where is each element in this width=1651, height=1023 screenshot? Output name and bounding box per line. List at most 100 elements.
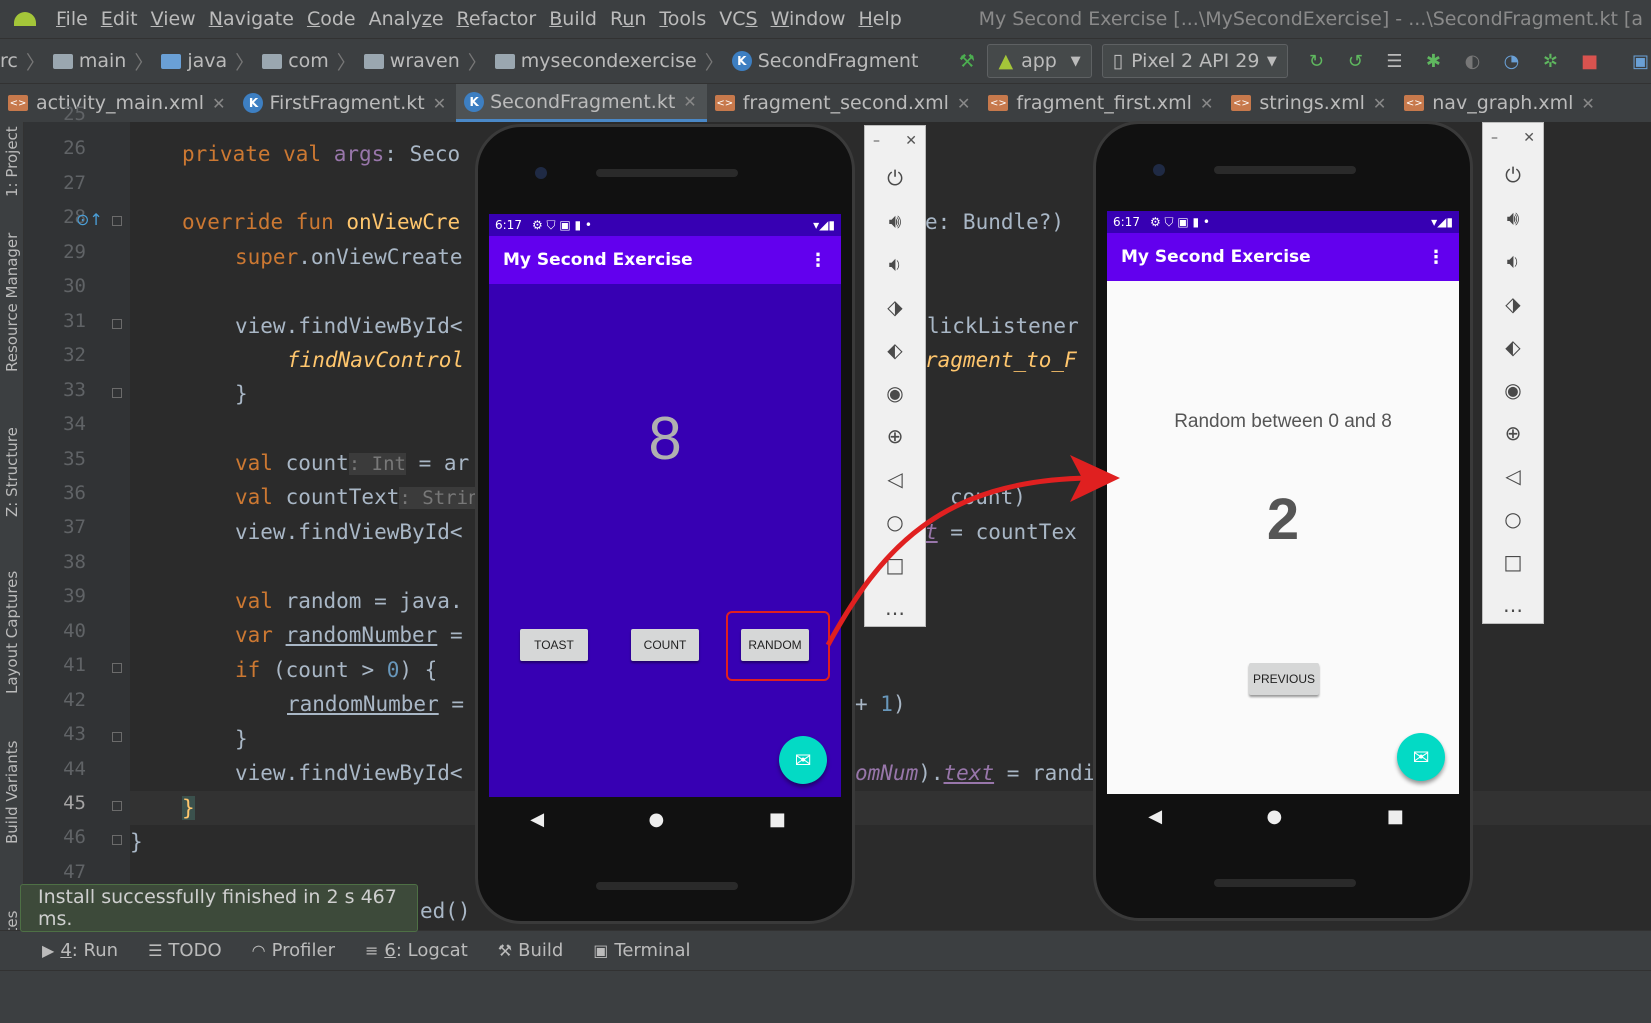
breadcrumb-item[interactable]: wraven 〉 xyxy=(363,48,487,75)
fold-marker-icon[interactable] xyxy=(112,319,122,329)
apply-changes-icon[interactable]: ↺ xyxy=(1345,50,1366,72)
breadcrumb-item[interactable]: mysecondexercise 〉 xyxy=(494,48,724,75)
rotate-right-icon[interactable]: ⬖ xyxy=(1483,325,1543,368)
tool-window-tab[interactable]: Build Variants xyxy=(0,722,24,862)
close-tab-icon[interactable]: ✕ xyxy=(433,94,446,113)
device-select[interactable]: ▯ Pixel 2 API 29 ▼ xyxy=(1101,44,1288,78)
camera-icon[interactable]: ◉ xyxy=(865,371,925,414)
volume-up-icon[interactable]: 🔊︎ xyxy=(865,199,925,242)
apply-code-changes-icon[interactable]: ☰ xyxy=(1384,50,1405,72)
home-icon[interactable]: ○ xyxy=(1483,497,1543,540)
tool-window-tab[interactable]: Layout Captures xyxy=(0,552,24,712)
tool-button[interactable]: ◠ Profiler xyxy=(252,940,335,961)
profile-icon[interactable]: ◔ xyxy=(1501,50,1522,72)
home-icon[interactable]: ● xyxy=(1267,806,1283,827)
camera-icon[interactable]: ◉ xyxy=(1483,368,1543,411)
close-tab-icon[interactable]: ✕ xyxy=(1200,94,1213,113)
debug-icon[interactable]: ✱ xyxy=(1423,50,1444,72)
previous-button[interactable]: PREVIOUS xyxy=(1249,663,1319,695)
close-icon[interactable]: ✕ xyxy=(905,133,917,149)
menu-item[interactable]: Code xyxy=(307,8,356,30)
menu-item[interactable]: Analyze xyxy=(369,8,444,30)
email-fab[interactable]: ✉ xyxy=(1397,733,1445,781)
menu-item[interactable]: Help xyxy=(858,8,901,30)
recents-icon[interactable]: ■ xyxy=(769,809,786,830)
recents-icon[interactable]: ■ xyxy=(1387,806,1404,827)
rotate-left-icon[interactable]: ⬗ xyxy=(1483,282,1543,325)
coverage-icon[interactable]: ◐ xyxy=(1462,50,1483,72)
menu-item[interactable]: Tools xyxy=(659,8,706,30)
tab-nav-graph-xml[interactable]: <> nav_graph.xml ✕ xyxy=(1396,84,1605,122)
run-config-select[interactable]: ▲ app ▼ xyxy=(987,44,1092,78)
fold-marker-icon[interactable] xyxy=(112,663,122,673)
tool-window-tab[interactable]: Z: Structure xyxy=(0,402,24,542)
tab-fragment-second-xml[interactable]: <> fragment_second.xml ✕ xyxy=(707,84,981,122)
make-project-icon[interactable]: ⚒ xyxy=(956,50,977,72)
count-button[interactable]: COUNT xyxy=(631,629,699,661)
tool-window-tab[interactable]: 1: Project xyxy=(0,122,24,202)
menu-item[interactable]: Refactor xyxy=(457,8,537,30)
tool-button-label: Profiler xyxy=(271,940,335,961)
power-icon[interactable]: ⏻ xyxy=(865,156,925,199)
volume-down-icon[interactable]: 🔉︎ xyxy=(865,242,925,285)
tool-window-tab[interactable]: Resource Manager xyxy=(0,212,24,392)
tool-button[interactable]: ⚒ Build xyxy=(498,940,564,961)
overview-icon[interactable]: □ xyxy=(1483,540,1543,583)
menu-item[interactable]: Window xyxy=(771,8,846,30)
attach-debugger-icon[interactable]: ✲ xyxy=(1540,50,1561,72)
fold-marker-icon[interactable] xyxy=(112,801,122,811)
menu-item[interactable]: Build xyxy=(549,8,597,30)
tool-button[interactable]: ≡ 6: Logcat xyxy=(365,940,468,961)
rerun-icon[interactable]: ↻ xyxy=(1306,50,1327,72)
volume-up-icon[interactable]: 🔊︎ xyxy=(1483,196,1543,239)
tab-secondfragment-kt[interactable]: K SecondFragment.kt ✕ xyxy=(456,84,707,122)
fold-marker-icon[interactable] xyxy=(112,835,122,845)
rotate-right-icon[interactable]: ⬖ xyxy=(865,328,925,371)
menu-item[interactable]: View xyxy=(151,8,196,30)
more-icon[interactable]: … xyxy=(1483,583,1543,626)
power-icon[interactable]: ⏻ xyxy=(1483,153,1543,196)
breadcrumb-item[interactable]: main 〉 xyxy=(52,48,153,75)
close-tab-icon[interactable]: ✕ xyxy=(212,94,225,113)
tool-button[interactable]: ☰ TODO xyxy=(148,940,222,961)
menu-item[interactable]: File xyxy=(56,8,88,30)
breadcrumb-file[interactable]: K SecondFragment xyxy=(731,50,918,72)
close-tab-icon[interactable]: ✕ xyxy=(1373,94,1386,113)
close-tab-icon[interactable]: ✕ xyxy=(1581,94,1594,113)
menu-item[interactable]: VCS xyxy=(719,8,757,30)
toast-button[interactable]: TOAST xyxy=(520,629,588,661)
fold-marker-icon[interactable] xyxy=(112,388,122,398)
tab-firstfragment-kt[interactable]: K FirstFragment.kt ✕ xyxy=(235,84,456,122)
tab-fragment-first-xml[interactable]: <> fragment_first.xml ✕ xyxy=(980,84,1223,122)
sync-project-icon[interactable]: ▣ xyxy=(1630,50,1651,72)
breadcrumb-item[interactable]: com 〉 xyxy=(262,48,356,75)
breadcrumb-item[interactable]: java 〉 xyxy=(161,48,254,75)
menu-item[interactable]: Navigate xyxy=(209,8,294,30)
stop-icon[interactable]: ■ xyxy=(1579,50,1600,72)
back-icon[interactable]: ◁ xyxy=(1483,454,1543,497)
email-fab[interactable]: ✉ xyxy=(779,736,827,784)
back-icon[interactable]: ◀ xyxy=(530,809,544,830)
breadcrumb-root[interactable]: rc 〉 xyxy=(0,48,45,75)
fold-marker-icon[interactable] xyxy=(112,216,122,226)
minimize-icon[interactable]: – xyxy=(1491,130,1498,146)
close-icon[interactable]: ✕ xyxy=(1523,130,1535,146)
back-icon[interactable]: ◀ xyxy=(1148,806,1162,827)
tool-button[interactable]: ▣ Terminal xyxy=(593,940,690,961)
tab-strings-xml[interactable]: <> strings.xml ✕ xyxy=(1223,84,1396,122)
fold-marker-icon[interactable] xyxy=(112,732,122,742)
close-tab-icon[interactable]: ✕ xyxy=(957,94,970,113)
override-marker-icon[interactable]: ⊙↑ xyxy=(76,210,103,229)
menu-item[interactable]: Run xyxy=(610,8,646,30)
minimize-icon[interactable]: – xyxy=(873,133,880,149)
tool-button[interactable]: ▶ 4: Run xyxy=(42,940,118,961)
menu-item[interactable]: Edit xyxy=(101,8,138,30)
rotate-left-icon[interactable]: ⬗ xyxy=(865,285,925,328)
home-icon[interactable]: ● xyxy=(649,809,665,830)
close-tab-icon[interactable]: ✕ xyxy=(683,92,696,111)
overflow-menu-icon[interactable]: ⋮ xyxy=(809,250,827,271)
install-notification[interactable]: Install successfully finished in 2 s 467… xyxy=(20,884,418,932)
zoom-icon[interactable]: ⊕ xyxy=(1483,411,1543,454)
overflow-menu-icon[interactable]: ⋮ xyxy=(1427,247,1445,268)
volume-down-icon[interactable]: 🔉︎ xyxy=(1483,239,1543,282)
